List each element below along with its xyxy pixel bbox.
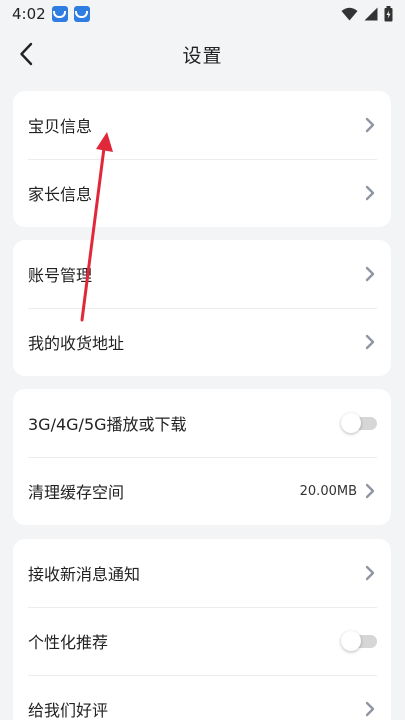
chevron-right-icon xyxy=(363,184,377,202)
chevron-right-icon xyxy=(363,333,377,351)
toggle-knob xyxy=(341,631,361,651)
status-bar: 4:02 xyxy=(0,0,405,28)
cache-size-value: 20.00MB xyxy=(299,483,357,499)
signal-icon xyxy=(364,7,378,21)
battery-icon xyxy=(384,6,393,22)
row-account-management[interactable]: 账号管理 xyxy=(13,240,391,308)
wifi-icon xyxy=(341,7,358,21)
settings-group-profile: 宝贝信息 家长信息 xyxy=(13,91,391,227)
row-shipping-address[interactable]: 我的收货地址 xyxy=(13,308,391,376)
toggle-knob xyxy=(341,413,361,433)
back-button[interactable] xyxy=(8,34,44,74)
settings-group-notifications: 接收新消息通知 个性化推荐 给我们好评 xyxy=(13,539,391,720)
row-rate-us[interactable]: 给我们好评 xyxy=(13,675,391,720)
mobile-data-toggle[interactable] xyxy=(341,413,377,433)
page-title: 设置 xyxy=(182,44,223,67)
chevron-right-icon xyxy=(363,564,377,582)
row-label: 账号管理 xyxy=(28,266,93,285)
personalized-recommendation-toggle[interactable] xyxy=(341,631,377,651)
row-label: 清理缓存空间 xyxy=(28,483,125,502)
app-icon xyxy=(73,6,90,22)
row-label: 家长信息 xyxy=(28,185,93,204)
status-icons xyxy=(341,6,393,22)
row-label: 接收新消息通知 xyxy=(28,565,141,584)
chevron-right-icon xyxy=(363,700,377,718)
chevron-right-icon xyxy=(363,482,377,500)
row-parent-info[interactable]: 家长信息 xyxy=(13,159,391,227)
row-label: 宝贝信息 xyxy=(28,117,93,136)
chevron-right-icon xyxy=(363,116,377,134)
chevron-left-icon xyxy=(20,42,33,66)
row-baby-info[interactable]: 宝贝信息 xyxy=(13,91,391,159)
row-new-message-notify[interactable]: 接收新消息通知 xyxy=(13,539,391,607)
row-mobile-data-playback: 3G/4G/5G播放或下载 xyxy=(13,389,391,457)
page-header: 设置 xyxy=(0,28,405,80)
row-label: 3G/4G/5G播放或下载 xyxy=(28,415,187,434)
status-time: 4:02 xyxy=(12,5,46,23)
app-icon xyxy=(51,6,68,22)
settings-page: 4:02 设置 宝贝信息 家长信息 账号管理 我的收货地址 3G/4G/5G播放… xyxy=(0,0,405,720)
row-label: 给我们好评 xyxy=(28,701,109,720)
settings-group-storage: 3G/4G/5G播放或下载 清理缓存空间 20.00MB xyxy=(13,389,391,525)
row-personalized-recommendation: 个性化推荐 xyxy=(13,607,391,675)
row-label: 个性化推荐 xyxy=(28,633,109,652)
settings-group-account: 账号管理 我的收货地址 xyxy=(13,240,391,376)
chevron-right-icon xyxy=(363,265,377,283)
row-label: 我的收货地址 xyxy=(28,334,125,353)
row-clear-cache[interactable]: 清理缓存空间 20.00MB xyxy=(13,457,391,525)
